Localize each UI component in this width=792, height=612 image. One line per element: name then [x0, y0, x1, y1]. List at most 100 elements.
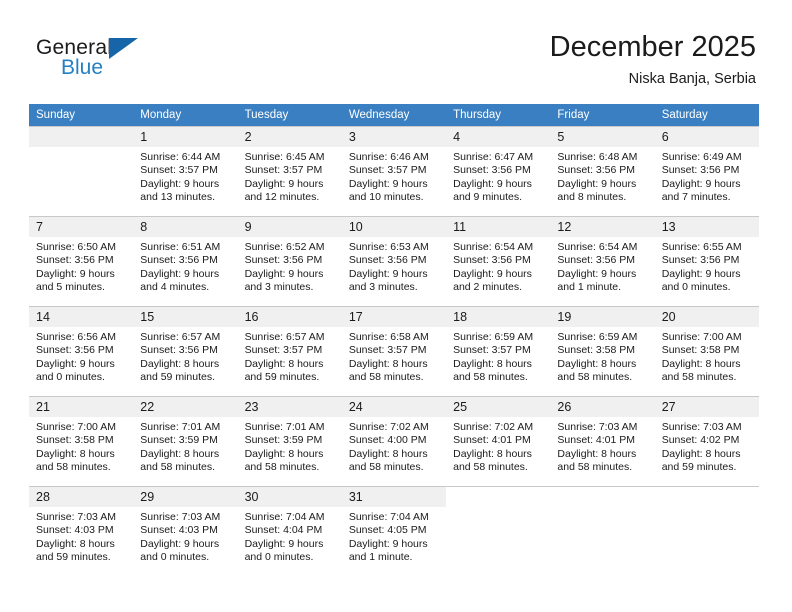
day-number: 14: [36, 310, 50, 324]
calendar-day-cell[interactable]: 9 Sunrise: 6:52 AM Sunset: 3:56 PM Daylight…: [237, 216, 342, 307]
calendar-day-cell[interactable]: 4 Sunrise: 6:47 AM Sunset: 3:56 PM Daylight…: [446, 126, 551, 217]
daylight-text-line1: Daylight: 9 hours: [453, 177, 532, 190]
day-details: Sunrise: 6:45 AM Sunset: 3:57 PM Daylight:…: [238, 147, 342, 205]
daylight-text-line2: and 58 minutes.: [557, 461, 633, 474]
calendar-day-cell[interactable]: 23 Sunrise: 7:01 AM Sunset: 3:59 PM Dayligh…: [237, 396, 342, 487]
day-details: Sunrise: 7:04 AM Sunset: 4:04 PM Daylight:…: [238, 507, 342, 565]
daylight-text-line1: Daylight: 9 hours: [140, 267, 220, 280]
calendar-day-cell[interactable]: 18 Sunrise: 6:59 AM Sunset: 3:57 PM Dayligh…: [446, 306, 551, 397]
day-number-band: 18: [446, 307, 551, 327]
calendar-day-cell[interactable]: 21 Sunrise: 7:00 AM Sunset: 3:58 PM Dayligh…: [29, 396, 134, 487]
day-number: 4: [453, 130, 461, 144]
sunset-text: Sunset: 3:56 PM: [453, 254, 531, 267]
sunrise-text: Sunrise: 7:04 AM: [244, 511, 325, 523]
sunset-text: Sunset: 4:01 PM: [557, 434, 636, 447]
general-blue-logo[interactable]: General Blue: [36, 36, 236, 88]
calendar-day-cell[interactable]: 8 Sunrise: 6:51 AM Sunset: 3:56 PM Daylight…: [133, 216, 238, 307]
day-details: Sunrise: 7:01 AM Sunset: 3:59 PM Daylight:…: [133, 417, 237, 475]
calendar-day-cell[interactable]: 3 Sunrise: 6:46 AM Sunset: 3:57 PM Daylight…: [341, 126, 447, 217]
day-number-band: 9: [237, 217, 342, 237]
sunset-text: Sunset: 3:56 PM: [348, 254, 427, 267]
sunset-text: Sunset: 3:57 PM: [140, 164, 218, 177]
day-number-band: 19: [550, 307, 655, 327]
day-number-band: 3: [341, 127, 447, 147]
calendar-cell-empty: [654, 486, 759, 576]
calendar-day-cell[interactable]: 17 Sunrise: 6:58 AM Sunset: 3:57 PM Dayligh…: [341, 306, 447, 397]
sunset-text: Sunset: 4:02 PM: [661, 434, 740, 447]
day-details: Sunrise: 6:57 AM Sunset: 3:57 PM Daylight:…: [238, 327, 342, 385]
calendar-day-cell[interactable]: 13 Sunrise: 6:55 AM Sunset: 3:56 PM Dayligh…: [654, 216, 759, 307]
calendar-day-cell[interactable]: 6 Sunrise: 6:49 AM Sunset: 3:56 PM Daylight…: [654, 126, 759, 217]
calendar-day-cell[interactable]: 1 Sunrise: 6:44 AM Sunset: 3:57 PM Daylight…: [133, 126, 238, 217]
day-number: 10: [348, 220, 363, 234]
sunset-text: Sunset: 3:56 PM: [453, 164, 531, 177]
calendar-day-cell[interactable]: 26 Sunrise: 7:03 AM Sunset: 4:01 PM Dayligh…: [550, 396, 655, 487]
daylight-text-line1: Daylight: 8 hours: [140, 357, 220, 370]
calendar-day-cell[interactable]: 31 Sunrise: 7:04 AM Sunset: 4:05 PM Dayligh…: [341, 486, 447, 576]
daylight-text-line1: Daylight: 8 hours: [557, 357, 637, 370]
day-number: 23: [244, 400, 259, 414]
weekday-header-saturday: Saturday: [654, 104, 759, 127]
calendar-day-cell[interactable]: 7 Sunrise: 6:50 AM Sunset: 3:56 PM Daylight…: [29, 216, 134, 307]
page-subtitle: Niska Banja, Serbia: [628, 71, 756, 87]
calendar-day-cell[interactable]: 14 Sunrise: 6:56 AM Sunset: 3:56 PM Dayligh…: [29, 306, 134, 397]
weekday-header-thursday: Thursday: [446, 104, 551, 127]
day-details: Sunrise: 7:03 AM Sunset: 4:03 PM Daylight:…: [29, 507, 133, 565]
daylight-text-line2: and 58 minutes.: [557, 371, 633, 384]
day-number: 26: [557, 400, 572, 414]
sunset-text: Sunset: 3:56 PM: [557, 164, 636, 177]
sunrise-text: Sunrise: 6:57 AM: [244, 331, 325, 343]
calendar-day-cell[interactable]: 30 Sunrise: 7:04 AM Sunset: 4:04 PM Dayligh…: [237, 486, 342, 576]
sunrise-text: Sunrise: 6:55 AM: [661, 241, 742, 253]
sunrise-text: Sunrise: 6:59 AM: [557, 331, 638, 343]
calendar-table: Sunday Monday Tuesday Wednesday Thursday Frid…: [29, 104, 759, 576]
calendar-day-cell[interactable]: 10 Sunrise: 6:53 AM Sunset: 3:56 PM Dayligh…: [341, 216, 447, 307]
sunset-text: Sunset: 3:58 PM: [557, 344, 636, 357]
daylight-text-line1: Daylight: 9 hours: [244, 537, 324, 550]
day-number: 12: [557, 220, 572, 234]
calendar-day-cell[interactable]: 24 Sunrise: 7:02 AM Sunset: 4:00 PM Dayligh…: [341, 396, 447, 487]
calendar-day-cell[interactable]: 27 Sunrise: 7:03 AM Sunset: 4:02 PM Dayligh…: [654, 396, 759, 487]
calendar-day-cell[interactable]: 2 Sunrise: 6:45 AM Sunset: 3:57 PM Daylight…: [237, 126, 342, 217]
calendar-day-cell[interactable]: 11 Sunrise: 6:54 AM Sunset: 3:56 PM Dayligh…: [446, 216, 551, 307]
calendar-day-cell[interactable]: 12 Sunrise: 6:54 AM Sunset: 3:56 PM Dayligh…: [550, 216, 655, 307]
day-number: 17: [348, 310, 363, 324]
sunrise-text: Sunrise: 6:59 AM: [453, 331, 534, 343]
sunset-text: Sunset: 4:03 PM: [140, 524, 218, 537]
daylight-text-line1: Daylight: 9 hours: [348, 267, 428, 280]
sunrise-text: Sunrise: 6:52 AM: [244, 241, 325, 253]
daylight-text-line1: Daylight: 9 hours: [557, 177, 637, 190]
day-number-band: 16: [237, 307, 342, 327]
calendar-day-cell[interactable]: 28 Sunrise: 7:03 AM Sunset: 4:03 PM Dayligh…: [29, 486, 134, 576]
daylight-text-line1: Daylight: 9 hours: [244, 177, 324, 190]
day-number-band: 6: [654, 127, 759, 147]
sunset-text: Sunset: 4:03 PM: [36, 524, 114, 537]
day-details: Sunrise: 6:50 AM Sunset: 3:56 PM Daylight:…: [29, 237, 133, 295]
calendar-day-cell[interactable]: 15 Sunrise: 6:57 AM Sunset: 3:56 PM Dayligh…: [133, 306, 238, 397]
calendar-cell-empty: [446, 486, 551, 576]
daylight-text-line1: Daylight: 9 hours: [453, 267, 532, 280]
sunrise-text: Sunrise: 7:03 AM: [661, 421, 742, 433]
daylight-text-line1: Daylight: 9 hours: [348, 177, 428, 190]
daylight-text-line1: Daylight: 8 hours: [661, 357, 741, 370]
day-details: Sunrise: 7:02 AM Sunset: 4:00 PM Daylight:…: [342, 417, 446, 475]
weekday-header-friday: Friday: [550, 104, 655, 127]
calendar-day-cell[interactable]: 19 Sunrise: 6:59 AM Sunset: 3:58 PM Dayligh…: [550, 306, 655, 397]
day-number: 21: [36, 400, 50, 414]
sunset-text: Sunset: 3:58 PM: [36, 434, 114, 447]
daylight-text-line2: and 12 minutes.: [244, 191, 320, 204]
sunset-text: Sunset: 4:00 PM: [348, 434, 427, 447]
day-number: 29: [140, 490, 155, 504]
calendar-day-cell[interactable]: 29 Sunrise: 7:03 AM Sunset: 4:03 PM Dayligh…: [133, 486, 238, 576]
calendar-day-cell[interactable]: 16 Sunrise: 6:57 AM Sunset: 3:57 PM Dayligh…: [237, 306, 342, 397]
daylight-text-line2: and 58 minutes.: [661, 371, 737, 384]
calendar-day-cell[interactable]: 5 Sunrise: 6:48 AM Sunset: 3:56 PM Daylight…: [550, 126, 655, 217]
calendar-week-row: 28 Sunrise: 7:03 AM Sunset: 4:03 PM Dayligh…: [29, 486, 759, 576]
day-details: Sunrise: 6:48 AM Sunset: 3:56 PM Daylight:…: [550, 147, 654, 205]
calendar-day-cell[interactable]: 25 Sunrise: 7:02 AM Sunset: 4:01 PM Dayligh…: [446, 396, 551, 487]
sunset-text: Sunset: 3:59 PM: [140, 434, 218, 447]
daylight-text-line2: and 2 minutes.: [453, 281, 523, 294]
calendar-day-cell[interactable]: 22 Sunrise: 7:01 AM Sunset: 3:59 PM Dayligh…: [133, 396, 238, 487]
calendar-day-cell[interactable]: 20 Sunrise: 7:00 AM Sunset: 3:58 PM Dayligh…: [654, 306, 759, 397]
sunset-text: Sunset: 3:56 PM: [661, 254, 740, 267]
